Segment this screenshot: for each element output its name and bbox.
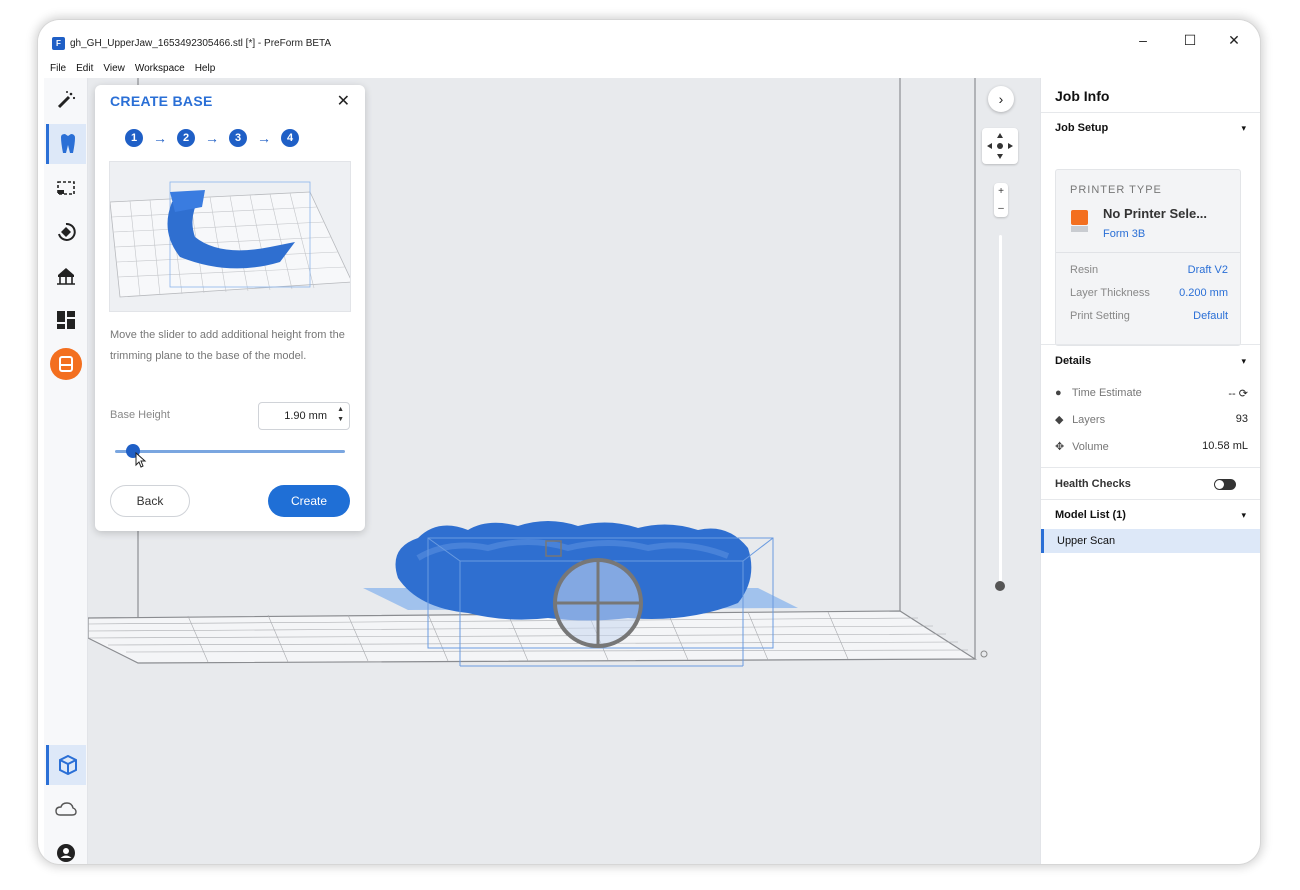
- create-button[interactable]: Create: [268, 485, 350, 517]
- health-checks-toggle[interactable]: [1214, 479, 1236, 490]
- details-label: Details: [1055, 355, 1092, 367]
- chevron-down-icon: ▾: [1241, 510, 1246, 520]
- setting-value: Default: [1193, 310, 1228, 322]
- back-button[interactable]: Back: [110, 485, 190, 517]
- printer-icon: [1071, 210, 1088, 232]
- maximize-button[interactable]: ☐: [1180, 32, 1200, 49]
- base-height-slider-track[interactable]: [115, 450, 345, 453]
- minimize-button[interactable]: –: [1133, 32, 1153, 48]
- select-box-icon[interactable]: [46, 168, 86, 208]
- zoom-control: + –: [994, 183, 1008, 217]
- print-icon[interactable]: [46, 344, 86, 384]
- print-setting-row[interactable]: Print Setting Default: [1070, 310, 1228, 322]
- menu-help[interactable]: Help: [195, 60, 216, 78]
- layer-slider-track[interactable]: [999, 235, 1002, 585]
- list-item[interactable]: Upper Scan: [1041, 529, 1260, 553]
- time-estimate-row: ● Time Estimate -- ⟳: [1055, 387, 1248, 403]
- setting-value: 0.200 mm: [1179, 287, 1228, 299]
- detail-label: Volume: [1072, 441, 1109, 453]
- account-icon[interactable]: [46, 833, 86, 864]
- detail-label: Layers: [1072, 414, 1106, 426]
- expand-panel-button[interactable]: ›: [988, 86, 1014, 112]
- job-setup-section[interactable]: Job Setup ▾: [1041, 112, 1260, 142]
- close-icon[interactable]: ✕: [337, 91, 350, 111]
- zoom-in-button[interactable]: +: [994, 183, 1008, 200]
- setting-label: Layer Thickness: [1070, 287, 1150, 299]
- chevron-down-icon: ▾: [1241, 123, 1246, 133]
- layout-icon[interactable]: [46, 300, 86, 340]
- printer-card[interactable]: PRINTER TYPE No Printer Sele... Form 3B …: [1055, 169, 1241, 346]
- divider: [1056, 252, 1240, 253]
- left-toolbar: [44, 78, 88, 864]
- menu-workspace[interactable]: Workspace: [135, 60, 185, 78]
- resin-row[interactable]: Resin Draft V2: [1070, 264, 1228, 276]
- supports-icon[interactable]: [46, 256, 86, 296]
- window-title: gh_GH_UpperJaw_1653492305466.stl [*] - P…: [70, 38, 332, 49]
- health-checks-label: Health Checks: [1055, 478, 1131, 490]
- panel-title: CREATE BASE: [110, 93, 213, 109]
- detail-value: -- ⟳: [1228, 388, 1248, 400]
- base-height-value: 1.90 mm: [284, 410, 327, 422]
- layers-row: ◆ Layers 93: [1055, 413, 1248, 429]
- menu-edit[interactable]: Edit: [76, 60, 93, 78]
- job-setup-label: Job Setup: [1055, 122, 1109, 134]
- layers-icon: ◆: [1055, 414, 1064, 426]
- close-window-button[interactable]: ✕: [1224, 32, 1244, 49]
- details-section[interactable]: Details ▾: [1041, 344, 1260, 376]
- base-height-input[interactable]: 1.90 mm ▲ ▼: [258, 402, 350, 430]
- sidebar-title: Job Info: [1055, 88, 1110, 104]
- instruction-text: Move the slider to add additional height…: [110, 329, 345, 362]
- preform-app-icon: F: [52, 37, 65, 50]
- job-info-sidebar: Job Info Job Setup ▾ PRINTER TYPE No Pri…: [1040, 78, 1260, 864]
- layer-slider-handle[interactable]: [995, 581, 1005, 591]
- step-2: 2: [177, 129, 195, 147]
- orient-icon[interactable]: [46, 212, 86, 252]
- step-arrow-icon: →: [205, 130, 219, 146]
- model-view-icon[interactable]: [46, 745, 86, 785]
- volume-row: ✥ Volume 10.58 mL: [1055, 440, 1248, 456]
- setting-label: Resin: [1070, 264, 1099, 276]
- stepper-arrows-icon[interactable]: ▲ ▼: [337, 405, 344, 425]
- detail-value: 93: [1235, 413, 1248, 425]
- step-3: 3: [229, 129, 247, 147]
- pan-control[interactable]: [982, 128, 1018, 164]
- app-window: F gh_GH_UpperJaw_1653492305466.stl [*] -…: [38, 20, 1260, 864]
- model-list-section[interactable]: Model List (1) ▾: [1041, 499, 1260, 529]
- title-bar: F gh_GH_UpperJaw_1653492305466.stl [*] -…: [38, 20, 1260, 60]
- step-1: 1: [125, 129, 143, 147]
- step-4: 4: [281, 129, 299, 147]
- printer-name: No Printer Sele...: [1103, 206, 1208, 221]
- zoom-out-button[interactable]: –: [994, 200, 1008, 217]
- step-arrow-icon: →: [257, 130, 271, 146]
- pan-arrows-icon: [987, 133, 1013, 159]
- printer-type-label: PRINTER TYPE: [1070, 184, 1162, 196]
- detail-value: 10.58 mL: [1202, 440, 1248, 452]
- tooth-icon[interactable]: [46, 124, 86, 164]
- health-checks-row: Health Checks: [1041, 467, 1260, 499]
- chevron-down-icon: ▾: [1241, 356, 1246, 366]
- menu-file[interactable]: File: [50, 60, 66, 78]
- printer-model-link[interactable]: Form 3B: [1103, 228, 1145, 240]
- base-height-label: Base Height: [110, 409, 170, 421]
- create-base-panel: CREATE BASE ✕ 1 → 2 → 3 → 4 Move the sli…: [95, 85, 365, 531]
- step-arrow-icon: →: [153, 130, 167, 146]
- volume-icon: ✥: [1055, 441, 1065, 453]
- clock-icon: ●: [1055, 387, 1062, 399]
- base-preview-image: [109, 161, 351, 312]
- magic-wand-icon[interactable]: [46, 80, 86, 120]
- menu-view[interactable]: View: [103, 60, 125, 78]
- cloud-icon[interactable]: [46, 789, 86, 829]
- detail-label: Time Estimate: [1071, 387, 1142, 399]
- setting-label: Print Setting: [1070, 310, 1130, 322]
- model-list-label: Model List (1): [1055, 509, 1126, 521]
- setting-value: Draft V2: [1187, 264, 1228, 276]
- menu-bar: File Edit View Workspace Help: [38, 60, 1260, 78]
- layer-thickness-row[interactable]: Layer Thickness 0.200 mm: [1070, 287, 1228, 299]
- step-indicator: 1 → 2 → 3 → 4: [125, 129, 299, 147]
- mouse-cursor-icon: [135, 451, 147, 471]
